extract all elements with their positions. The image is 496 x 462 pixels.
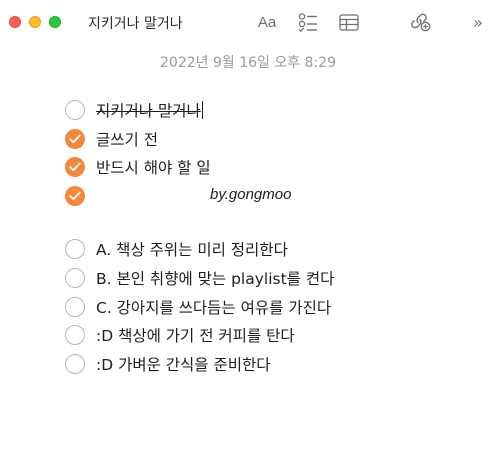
checklist-item-label[interactable]: A. 책상 주위는 미리 정리한다: [96, 238, 288, 260]
checkbox[interactable]: [65, 100, 85, 120]
table-icon: [339, 13, 359, 31]
title-bar: 지키거나 말거나 Aa »: [0, 0, 496, 44]
checkmark-icon: [69, 162, 81, 172]
checklist-item[interactable]: 반드시 해야 할 일: [65, 155, 211, 179]
chevron-double-right-icon: »: [473, 12, 483, 32]
checklist-item-label[interactable]: :D 책상에 가기 전 커피를 탄다: [96, 324, 295, 346]
checklist-item-label[interactable]: 반드시 해야 할 일: [96, 156, 211, 178]
note-datestamp: 2022년 9월 16일 오후 8:29: [160, 55, 336, 71]
signature-text[interactable]: by.gongmoo: [210, 186, 291, 203]
collaborate-button[interactable]: [409, 11, 431, 33]
table-button[interactable]: [339, 11, 359, 33]
checkbox[interactable]: [65, 239, 85, 259]
more-toolbar-button[interactable]: »: [471, 11, 485, 33]
checkmark-icon: [69, 134, 81, 144]
collaborate-icon: [411, 13, 431, 32]
zoom-window-button[interactable]: [49, 16, 61, 28]
format-text-button[interactable]: Aa: [256, 11, 278, 33]
checklist-item-label[interactable]: C. 강아지를 쓰다듬는 여유를 가진다: [96, 296, 331, 318]
checkbox-checked[interactable]: [65, 186, 85, 206]
checklist-item[interactable]: B. 본인 취향에 맞는 playlist를 켠다: [65, 266, 334, 290]
checkbox-checked[interactable]: [65, 129, 85, 149]
format-text-icon: Aa: [257, 13, 277, 31]
checklist-item[interactable]: 지키거나 말거나: [65, 98, 203, 122]
text-cursor: [201, 101, 203, 119]
checklist-button[interactable]: [298, 11, 318, 33]
close-window-button[interactable]: [9, 16, 21, 28]
checklist-item[interactable]: :D 책상에 가기 전 커피를 탄다: [65, 323, 295, 347]
window-title: 지키거나 말거나: [88, 16, 183, 32]
checkbox-checked[interactable]: [65, 157, 85, 177]
checklist-icon: [298, 13, 317, 32]
checkbox[interactable]: [65, 354, 85, 374]
checklist-item[interactable]: :D 가벼운 간식을 준비한다: [65, 352, 271, 376]
checkbox[interactable]: [65, 268, 85, 288]
checklist-item-label[interactable]: :D 가벼운 간식을 준비한다: [96, 353, 271, 375]
checkmark-icon: [69, 191, 81, 201]
checklist-item[interactable]: 글쓰기 전: [65, 127, 158, 151]
checklist-item-label[interactable]: 글쓰기 전: [96, 128, 158, 150]
checklist-item-label[interactable]: 지키거나 말거나: [96, 99, 203, 121]
checklist-item[interactable]: C. 강아지를 쓰다듬는 여유를 가진다: [65, 295, 331, 319]
checklist-item[interactable]: A. 책상 주위는 미리 정리한다: [65, 237, 288, 261]
checkbox[interactable]: [65, 325, 85, 345]
minimize-window-button[interactable]: [29, 16, 41, 28]
checkbox[interactable]: [65, 297, 85, 317]
checklist-item[interactable]: [65, 184, 96, 208]
checklist-item-label[interactable]: B. 본인 취향에 맞는 playlist를 켠다: [96, 267, 334, 289]
